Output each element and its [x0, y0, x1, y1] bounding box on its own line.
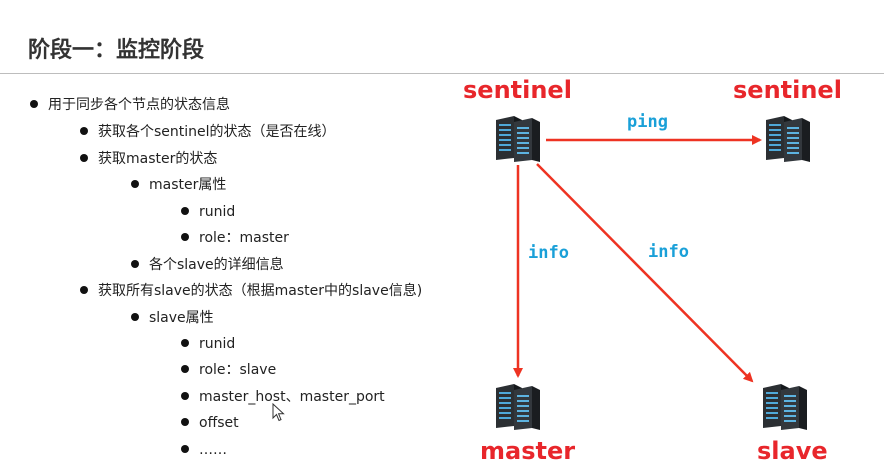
node-label-slave: slave: [757, 437, 828, 465]
edge-label-ping: ping: [627, 112, 668, 132]
node-label-sentinel-main: sentinel: [463, 76, 572, 104]
edge-label-info-slave: info: [648, 242, 689, 262]
info-slave-arrow: [536, 163, 754, 383]
edge-label-info-master: info: [528, 243, 569, 263]
sentinel-main-server-icon: [496, 116, 540, 162]
node-label-sentinel-peer: sentinel: [733, 76, 842, 104]
diagram-arrows: [513, 135, 762, 383]
slave-server-icon: [763, 384, 807, 430]
node-label-master: master: [480, 437, 576, 465]
master-server-icon: [496, 384, 540, 430]
sentinel-peer-server-icon: [766, 116, 810, 162]
